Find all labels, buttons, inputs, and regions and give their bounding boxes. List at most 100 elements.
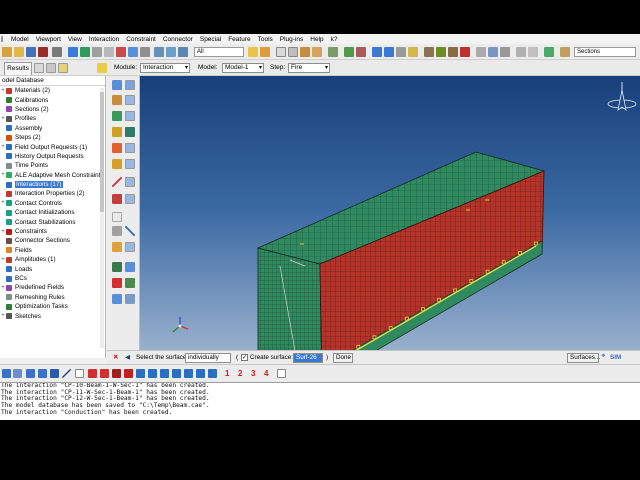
surfaces-button[interactable]: Surfaces... <box>567 353 600 363</box>
ref-point-tool-icon[interactable] <box>26 369 35 378</box>
view-cut-icon[interactable] <box>424 47 434 57</box>
highlight-icon[interactable] <box>408 47 418 57</box>
annotation-icon[interactable] <box>488 47 498 57</box>
tree-item[interactable]: Optimization Tasks <box>0 302 105 311</box>
tree-expand-icon[interactable] <box>46 63 56 73</box>
quick-view-4[interactable]: 4 <box>264 369 268 378</box>
tie-icon[interactable] <box>112 278 122 288</box>
menu-viewport[interactable]: Viewport <box>36 36 61 43</box>
tree-item[interactable]: + Field Output Requests (1) <box>0 142 105 151</box>
done-button[interactable]: Done <box>333 353 353 363</box>
tree-item[interactable]: Remeshing Rules <box>0 293 105 302</box>
circle-tool-icon[interactable] <box>160 369 169 378</box>
tree-collapse-icon[interactable] <box>58 63 68 73</box>
multi-select-icon[interactable] <box>184 369 193 378</box>
display-group-icon[interactable] <box>356 47 366 57</box>
menu-feature[interactable]: Feature <box>228 36 250 43</box>
quick-view-1[interactable]: 1 <box>225 369 229 378</box>
sections-icon[interactable] <box>560 47 570 57</box>
back-arrow-button[interactable]: ◀ <box>125 354 130 361</box>
datum-icon[interactable] <box>112 226 122 236</box>
rp-label-icon[interactable] <box>112 212 122 222</box>
message-area[interactable]: The interaction "CP-10-Beam-1-W-Sec-1" h… <box>0 382 640 420</box>
surface-name-input[interactable]: Surf-26 <box>293 353 323 363</box>
render-hidden-icon[interactable] <box>288 47 298 57</box>
tree-item[interactable]: + Contact Controls <box>0 199 105 208</box>
tree-item[interactable]: Interaction Properties (2) <box>0 189 105 198</box>
tree-item[interactable]: Contact Stabilizations <box>0 217 105 226</box>
tree-item[interactable]: Interactions (17) <box>0 180 105 189</box>
pick-icon[interactable] <box>208 369 217 378</box>
menu-special[interactable]: Special <box>200 36 221 43</box>
whats-this-help[interactable]: k? <box>331 36 338 43</box>
rotate-icon[interactable] <box>80 47 90 57</box>
create-section-icon[interactable] <box>112 159 122 169</box>
extend-icon[interactable] <box>112 369 121 378</box>
quick-view-2[interactable]: 2 <box>238 369 242 378</box>
create-interaction-icon[interactable] <box>112 80 122 90</box>
save-icon[interactable] <box>26 47 36 57</box>
quick-view-3[interactable]: 3 <box>251 369 255 378</box>
create-surface-checkbox[interactable]: ✓ <box>241 354 248 361</box>
color-code-icon[interactable] <box>344 47 354 57</box>
tie-manager-icon[interactable] <box>125 278 135 288</box>
menu-connector[interactable]: Connector <box>163 36 193 43</box>
multi-arrow-icon[interactable] <box>100 369 109 378</box>
superimpose-icon[interactable] <box>528 47 538 57</box>
cancel-procedure-button[interactable]: ✕ <box>113 354 118 361</box>
interaction-manager-icon[interactable] <box>125 80 135 90</box>
graphics-viewport[interactable] <box>140 76 640 358</box>
coupling-manager-icon[interactable] <box>125 262 135 272</box>
assign-section-icon[interactable] <box>125 177 135 187</box>
wire-manager-icon[interactable] <box>125 143 135 153</box>
tree-filter-icon[interactable] <box>34 63 44 73</box>
print-icon[interactable] <box>38 47 48 57</box>
shell-thickness-icon[interactable] <box>436 47 446 57</box>
selection-filter-select[interactable]: All <box>194 47 244 57</box>
display-options-icon[interactable] <box>476 47 486 57</box>
z-marker-icon[interactable] <box>136 369 145 378</box>
attribute-icon[interactable] <box>500 47 510 57</box>
tree-item[interactable]: Steps (2) <box>0 133 105 142</box>
coupling-icon[interactable] <box>112 262 122 272</box>
box-select-icon[interactable] <box>38 369 47 378</box>
view-manager-icon[interactable] <box>460 47 470 57</box>
menu-tools[interactable]: Tools <box>258 36 273 43</box>
cycle-icon[interactable] <box>140 47 150 57</box>
tree-scrollbar-thumb[interactable] <box>100 92 104 212</box>
tree-item[interactable]: Loads <box>0 264 105 273</box>
ref-point-manager-icon[interactable] <box>125 194 135 204</box>
tree-item[interactable]: + Amplitudes (1) <box>0 255 105 264</box>
new-model-icon[interactable] <box>2 47 12 57</box>
special-icon[interactable] <box>125 294 135 304</box>
tree-item[interactable]: + ALE Adaptive Mesh Constraints <box>0 171 105 180</box>
datum-axis-icon[interactable] <box>125 226 135 236</box>
line-draw-icon[interactable] <box>62 369 71 378</box>
tree-item[interactable]: + Sketches <box>0 311 105 320</box>
section-manager-icon[interactable] <box>125 159 135 169</box>
connector-tool-icon[interactable] <box>172 369 181 378</box>
message-tab-icon[interactable] <box>2 369 11 378</box>
container-mesh-model[interactable] <box>140 76 640 358</box>
remove-icon[interactable] <box>396 47 406 57</box>
magnify-icon[interactable] <box>92 47 102 57</box>
tree-item[interactable]: + Constraints <box>0 227 105 236</box>
view-iso-icon[interactable] <box>154 47 164 57</box>
tree-item[interactable]: History Output Requests <box>0 152 105 161</box>
menu-constraint[interactable]: Constraint <box>126 36 156 43</box>
view-top-icon[interactable] <box>178 47 188 57</box>
x-marker-icon[interactable] <box>124 369 133 378</box>
beam-profile-icon[interactable] <box>448 47 458 57</box>
add-icon[interactable] <box>384 47 394 57</box>
text-annotation-icon[interactable] <box>75 369 84 378</box>
python-tab-icon[interactable] <box>13 369 22 378</box>
replace-icon[interactable] <box>372 47 382 57</box>
file-menu-partial[interactable] <box>1 36 3 42</box>
auto-fit-icon[interactable] <box>128 47 138 57</box>
menu-view[interactable]: View <box>68 36 82 43</box>
box-zoom-icon[interactable] <box>116 47 126 57</box>
tree-item[interactable]: BCs <box>0 274 105 283</box>
create-connector-icon[interactable] <box>112 127 122 137</box>
tree-item[interactable]: Contact Initializations <box>0 208 105 217</box>
step-select[interactable]: Fire <box>288 63 330 73</box>
